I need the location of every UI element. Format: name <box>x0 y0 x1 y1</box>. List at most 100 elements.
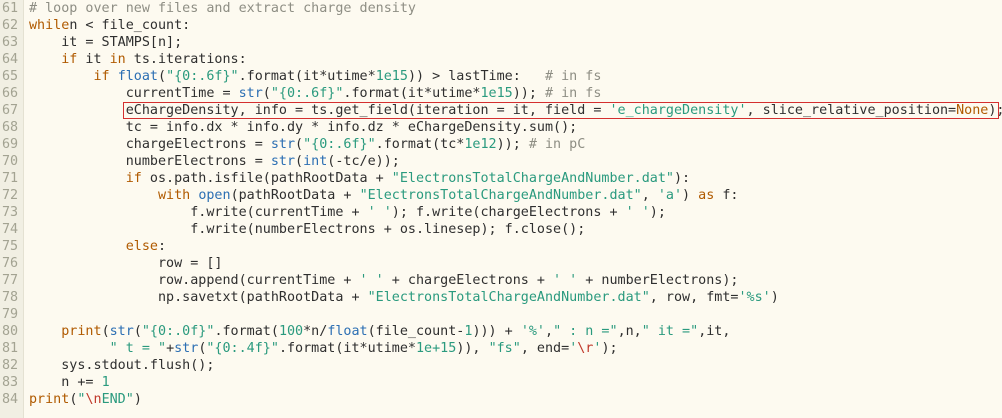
code-line[interactable]: 82 sys.stdout.flush(); <box>0 357 1002 374</box>
code-text: n += 1 <box>29 374 110 391</box>
code-line[interactable]: 81 " t = "+str("{0:.4f}".format(it*utime… <box>0 340 1002 357</box>
code-line[interactable]: 66 currentTime = str("{0:.6f}".format(it… <box>0 85 1002 102</box>
code-token: int <box>303 154 328 169</box>
code-text: numberElectrons = str(int(-tc/e)); <box>29 153 400 170</box>
code-token: float <box>327 324 368 339</box>
code-line[interactable]: 67 eChargeDensity, info = ts.get_field(i… <box>0 102 1002 119</box>
code-token: numberElectrons = <box>29 154 271 169</box>
code-line[interactable]: 84 print("\nEND") <box>0 391 1002 408</box>
code-token: str <box>270 154 296 169</box>
code-line[interactable]: 74 f.write(numberElectrons + os.linesep)… <box>0 221 1002 238</box>
code-token: ( <box>262 86 271 101</box>
code-line[interactable]: 62 whilen < file_count: <box>0 17 1002 34</box>
code-token: ( <box>101 324 110 339</box>
code-token: float <box>117 69 158 84</box>
code-line[interactable]: 64 if it in ts.iterations: <box>0 51 1002 68</box>
code-token: str <box>270 137 296 152</box>
code-editor[interactable]: 61 # loop over new files and extract char… <box>0 0 1002 418</box>
code-token: str <box>238 86 263 101</box>
code-line[interactable]: 78 np.savetxt(pathRootData + "ElectronsT… <box>0 289 1002 306</box>
line-number: 61 <box>2 1 19 16</box>
line-number: 62 <box>2 18 19 33</box>
code-token: END" <box>101 392 134 407</box>
code-token: ( <box>133 324 142 339</box>
code-token: open <box>198 188 231 203</box>
code-line[interactable]: 71 if os.path.isfile(pathRootData + "Ele… <box>0 170 1002 187</box>
code-token: ' ' <box>625 205 650 220</box>
code-token: ); <box>601 341 618 356</box>
code-token: if <box>93 69 110 84</box>
code-line[interactable]: 83 n += 1 <box>0 374 1002 391</box>
code-line[interactable]: 70 numberElectrons = str(int(-tc/e)); <box>0 153 1002 170</box>
line-number: 66 <box>2 86 19 101</box>
code-token: + numberElectrons); <box>577 273 739 288</box>
code-token: , <box>545 324 554 339</box>
code-token: " t = " <box>109 341 167 356</box>
code-token: (-tc/e)); <box>327 154 400 169</box>
code-token: .format(tc* <box>375 137 465 152</box>
code-line[interactable]: 63 it = STAMPS[n]; <box>0 34 1002 51</box>
code-token: # loop over new files and extract charge… <box>29 1 416 16</box>
code-line[interactable]: 65 if float("{0:.6f}".format(it*utime*1e… <box>0 68 1002 85</box>
code-line[interactable]: 61 # loop over new files and extract char… <box>0 0 1002 17</box>
code-token: " : n =" <box>553 324 618 339</box>
code-token: ( <box>158 69 167 84</box>
code-token: + <box>166 341 175 356</box>
code-token: n < file_count: <box>69 18 191 33</box>
code-token: (file_count- <box>367 324 465 339</box>
code-token: " it =" <box>641 324 699 339</box>
code-token: ( <box>295 137 304 152</box>
code-text: " t = "+str("{0:.4f}".format(it*utime*1e… <box>29 340 618 357</box>
code-text: if it in ts.iterations: <box>29 51 246 68</box>
code-token: ); f.write(chargeElectrons + <box>391 205 626 220</box>
code-token: '%s' <box>738 290 771 305</box>
code-text: print(str("{0:.0f}".format(100*n/float(f… <box>29 323 730 340</box>
line-number: 81 <box>2 341 19 356</box>
code-token: sys.stdout.flush(); <box>29 358 215 373</box>
line-number: 71 <box>2 171 19 186</box>
code-token: "fs" <box>488 341 521 356</box>
line-number: 72 <box>2 188 19 203</box>
code-text: chargeElectrons = str("{0:.6f}".format(t… <box>29 136 586 153</box>
code-token: 1 <box>101 375 110 390</box>
code-token: # in fs <box>545 69 602 84</box>
line-number: 67 <box>2 103 19 118</box>
code-token: .format(it*utime* <box>278 341 416 356</box>
code-line[interactable]: 69 chargeElectrons = str("{0:.6f}".forma… <box>0 136 1002 153</box>
line-number: 65 <box>2 69 19 84</box>
code-token: ( <box>295 154 304 169</box>
code-text: else: <box>29 238 166 255</box>
code-token: "{0:.6f}" <box>303 137 376 152</box>
code-token: "ElectronsTotalChargeAndNumber.dat" <box>359 188 642 203</box>
code-token: # in fs <box>544 86 602 101</box>
code-token: row.append(currentTime + <box>29 273 360 288</box>
code-token: , row, fmt= <box>649 290 739 305</box>
code-token: "{0:.0f}" <box>141 324 215 339</box>
code-line[interactable]: 73 f.write(currentTime + ' '); f.write(c… <box>0 204 1002 221</box>
code-token: )); <box>496 137 521 152</box>
code-area[interactable]: 61 # loop over new files and extract char… <box>0 0 1002 408</box>
code-line[interactable]: 80 print(str("{0:.0f}".format(100*n/floa… <box>0 323 1002 340</box>
code-token: np.savetxt(pathRootData + <box>29 290 368 305</box>
code-token: *n/ <box>303 324 328 339</box>
code-token: \r <box>577 341 594 356</box>
code-line[interactable]: 68 tc = info.dx * info.dy * info.dz * eC… <box>0 119 1002 136</box>
code-line[interactable]: 77 row.append(currentTime + ' ' + charge… <box>0 272 1002 289</box>
code-token: ) <box>682 188 699 203</box>
code-text: with open(pathRootData + "ElectronsTotal… <box>29 187 738 204</box>
code-token: 'a' <box>657 188 683 203</box>
code-text: row = [] <box>29 255 223 272</box>
code-token: + chargeElectrons + <box>383 273 554 288</box>
code-line[interactable]: 76 row = [] <box>0 255 1002 272</box>
line-number: 79 <box>2 307 19 322</box>
code-token: ' ' <box>553 273 578 288</box>
code-token: "ElectronsTotalChargeAndNumber.dat" <box>391 171 674 186</box>
code-token: else <box>125 239 158 254</box>
code-line[interactable]: 72 with open(pathRootData + "ElectronsTo… <box>0 187 1002 204</box>
code-line[interactable]: 75 else: <box>0 238 1002 255</box>
code-line[interactable]: 79 <box>0 306 1002 323</box>
code-token: , <box>641 188 658 203</box>
